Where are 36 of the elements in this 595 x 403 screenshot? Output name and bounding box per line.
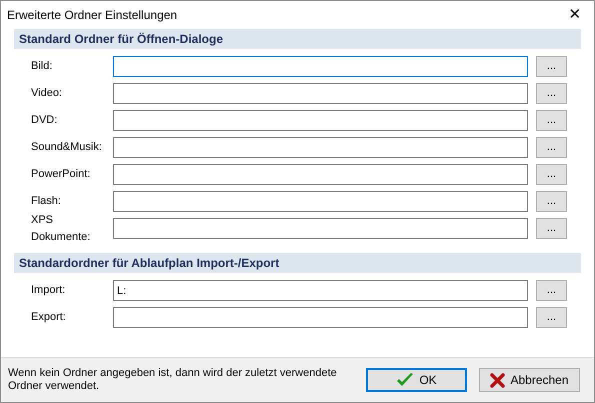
folder-field[interactable] [113, 191, 528, 212]
field-label: XPS Dokumente: [31, 213, 92, 244]
browse-button[interactable]: ... [536, 280, 567, 301]
close-button[interactable]: ✕ [560, 3, 590, 27]
field-label: DVD: [31, 113, 58, 128]
field-label: Bild: [31, 59, 54, 74]
browse-button[interactable]: ... [536, 218, 567, 239]
browse-button[interactable]: ... [536, 83, 567, 104]
section-header: Standardordner für Ablaufplan Import-/Export [14, 253, 581, 273]
field-label: Flash: [31, 194, 62, 210]
folder-field[interactable] [113, 137, 528, 158]
window-title: Erweiterte Ordner Einstellungen [7, 7, 178, 24]
browse-button[interactable]: ... [536, 137, 567, 158]
browse-button[interactable]: ... [536, 191, 567, 212]
field-label: Video: [31, 86, 63, 102]
section-header: Standard Ordner für Öffnen-Dialoge [14, 29, 581, 49]
folder-field[interactable] [113, 56, 528, 77]
checkmark-icon [396, 372, 414, 388]
field-label: Sound&Musik: [31, 140, 103, 156]
folder-field[interactable] [113, 110, 528, 131]
cancel-button[interactable]: Abbrechen [479, 368, 580, 392]
folder-field[interactable] [113, 164, 528, 185]
folder-field[interactable] [113, 83, 528, 104]
field-label: Import: [31, 283, 66, 298]
footer-note: Wenn kein Ordner angegeben ist, dann wird der zuletzt verwendete Ordner verwendet. [8, 367, 338, 393]
ok-button[interactable]: OK [366, 368, 467, 392]
folder-field[interactable] [113, 218, 528, 239]
browse-button[interactable]: ... [536, 110, 567, 131]
browse-button[interactable]: ... [536, 307, 567, 328]
cross-icon [490, 372, 506, 388]
folder-field[interactable]: L: [113, 280, 528, 301]
folder-field[interactable] [113, 307, 528, 328]
browse-button[interactable]: ... [536, 164, 567, 185]
field-label: Export: [31, 310, 67, 326]
field-label: PowerPoint: [31, 167, 92, 182]
browse-button[interactable]: ... [536, 56, 567, 77]
